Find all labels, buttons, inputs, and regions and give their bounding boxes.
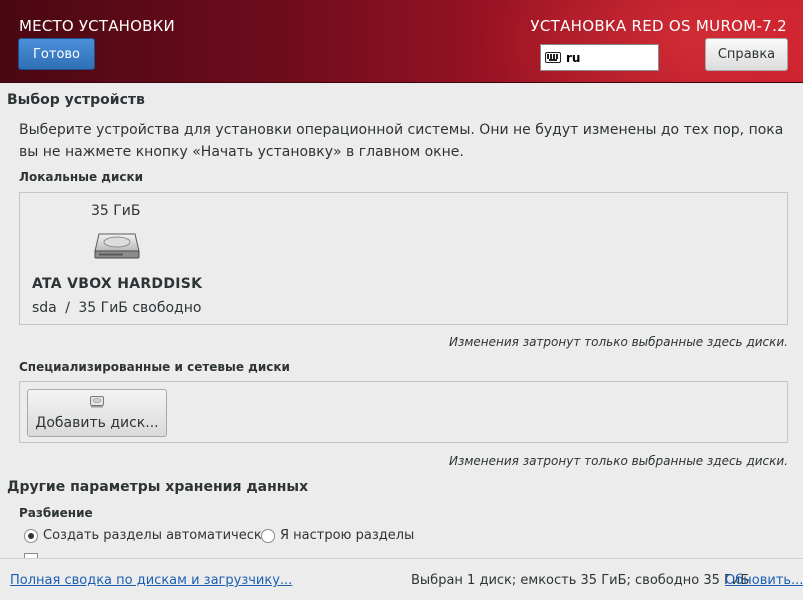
disk-info: sda / 35 ГиБ свободно <box>32 300 201 316</box>
product-title: УСТАНОВКА RED OS MUROM-7.2 <box>530 17 787 35</box>
keyboard-layout-label: ru <box>566 50 581 65</box>
disk-name: ATA VBOX HARDDISK <box>32 276 203 292</box>
manual-partition-label: Я настрою разделы <box>280 528 415 543</box>
add-disk-label: Добавить диск... <box>35 415 159 431</box>
specialized-disks-note: Изменения затронут только выбранные здес… <box>449 454 788 468</box>
device-selection-description: Выберите устройства для установки операц… <box>19 122 784 160</box>
spoke-title: МЕСТО УСТАНОВКИ <box>19 17 175 35</box>
network-disk-icon <box>90 396 104 408</box>
specialized-disks-title: Специализированные и сетевые диски <box>19 360 290 374</box>
done-button[interactable]: Готово <box>18 38 95 70</box>
partitioning-title: Разбиение <box>19 506 93 520</box>
local-disks-title: Локальные диски <box>19 170 144 184</box>
footer-bar: Полная сводка по дискам и загрузчику... … <box>0 558 803 600</box>
disk-device: sda <box>32 300 57 316</box>
specialized-disks-panel: Добавить диск... <box>19 381 788 443</box>
auto-partition-label: Создать разделы автоматически <box>43 528 271 543</box>
keyboard-layout-indicator[interactable]: ru <box>540 44 659 71</box>
disk-tile-sda[interactable]: 35 ГиБ ATA VBOX HARDDISK sda / 35 ГиБ св… <box>20 193 220 324</box>
auto-partition-radio[interactable] <box>24 528 38 543</box>
device-selection-title: Выбор устройств <box>7 92 145 108</box>
manual-partition-option[interactable]: Я настрою разделы <box>261 528 414 543</box>
other-storage-title: Другие параметры хранения данных <box>7 479 309 495</box>
hard-disk-icon <box>94 233 140 259</box>
refresh-link[interactable]: Обновить... <box>725 573 803 588</box>
header-bar: МЕСТО УСТАНОВКИ Готово УСТАНОВКА RED OS … <box>0 0 803 83</box>
auto-partition-option[interactable]: Создать разделы автоматически <box>24 528 270 543</box>
local-disks-note: Изменения затронут только выбранные здес… <box>449 335 788 349</box>
manual-partition-radio[interactable] <box>261 528 275 543</box>
add-disk-button[interactable]: Добавить диск... <box>27 389 167 437</box>
disk-summary-link[interactable]: Полная сводка по дискам и загрузчику... <box>10 573 292 588</box>
help-button[interactable]: Справка <box>705 38 788 71</box>
disk-separator: / <box>65 300 70 316</box>
disk-selection-status: Выбран 1 диск; емкость 35 ГиБ; свободно … <box>411 573 750 588</box>
disk-size: 35 ГиБ <box>91 203 141 219</box>
local-disks-panel: 35 ГиБ ATA VBOX HARDDISK sda / 35 ГиБ св… <box>19 192 788 325</box>
disk-free-space: 35 ГиБ свободно <box>78 300 202 316</box>
keyboard-icon <box>545 52 561 63</box>
